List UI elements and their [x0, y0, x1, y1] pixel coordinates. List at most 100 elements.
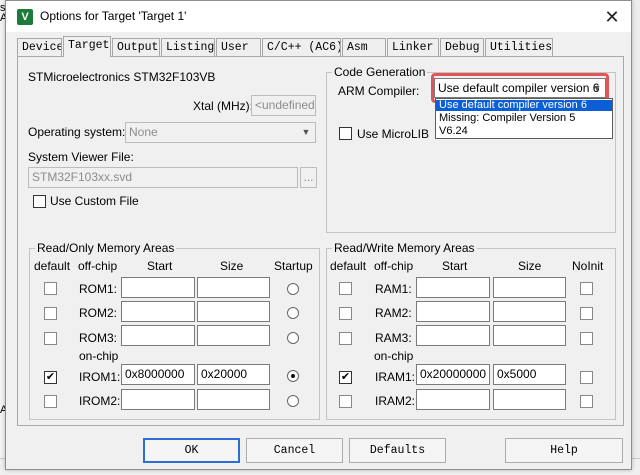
rom3-default-checkbox[interactable]	[44, 332, 57, 345]
options-dialog: V Options for Target 'Target 1' ✕ Device…	[5, 0, 632, 470]
iram2-default-checkbox[interactable]	[339, 395, 352, 408]
irom2-default-checkbox[interactable]	[44, 395, 57, 408]
ram1-label: RAM1:	[375, 282, 412, 296]
tab-output[interactable]: Output	[112, 38, 160, 56]
rw-header-noinit: NoInit	[572, 259, 604, 273]
xtal-field[interactable]: <undefined>	[251, 95, 316, 116]
close-icon[interactable]: ✕	[597, 4, 627, 30]
tab-device[interactable]: Device	[17, 38, 62, 56]
ram2-start-field[interactable]	[416, 301, 490, 322]
compiler-option[interactable]: V6.24	[436, 126, 612, 137]
iram1-label: IRAM1:	[375, 370, 416, 384]
tab-debug[interactable]: Debug	[440, 38, 484, 56]
tab-utilities[interactable]: Utilities	[485, 38, 553, 56]
ro-header-offchip: off-chip	[78, 259, 118, 273]
ro-onchip-label: on-chip	[79, 349, 119, 363]
ro-header-size: Size	[220, 259, 244, 273]
window-title: Options for Target 'Target 1'	[40, 9, 187, 23]
rom2-size-field[interactable]	[197, 301, 270, 322]
irom1-size-field[interactable]: 0x20000	[197, 364, 270, 385]
use-microlib-label: Use MicroLIB	[357, 127, 430, 141]
compiler-option[interactable]: Missing: Compiler Version 5	[436, 113, 612, 124]
irom2-start-field[interactable]	[121, 389, 195, 410]
ro-memory-title: Read/Only Memory Areas	[35, 241, 177, 255]
ram3-noinit-checkbox[interactable]	[580, 332, 593, 345]
iram1-size-field[interactable]: 0x5000	[493, 364, 566, 385]
rom2-start-field[interactable]	[121, 301, 195, 322]
device-name: STMicroelectronics STM32F103VB	[28, 70, 216, 84]
rw-header-start: Start	[442, 259, 468, 273]
rom1-label: ROM1:	[79, 282, 118, 296]
rom1-startup-radio[interactable]	[287, 283, 299, 295]
rw-header-offchip: off-chip	[374, 259, 414, 273]
tab-linker[interactable]: Linker	[387, 38, 439, 56]
svd-field[interactable]: STM32F103xx.svd	[28, 167, 298, 188]
use-microlib-checkbox[interactable]	[339, 127, 352, 140]
os-label: Operating system:	[28, 125, 126, 139]
help-button[interactable]: Help	[505, 438, 623, 463]
ram3-start-field[interactable]	[416, 325, 490, 346]
browse-button[interactable]: ...	[300, 167, 317, 188]
iram2-start-field[interactable]	[416, 389, 490, 410]
rom2-startup-radio[interactable]	[287, 307, 299, 319]
os-value: None	[129, 125, 158, 139]
irom1-start-field[interactable]: 0x8000000	[121, 364, 195, 385]
rom3-start-field[interactable]	[121, 325, 195, 346]
cancel-button[interactable]: Cancel	[246, 438, 343, 463]
tab-cpp-ac6[interactable]: C/C++ (AC6)	[262, 38, 341, 56]
use-custom-file-label: Use Custom File	[50, 194, 139, 208]
defaults-button[interactable]: Defaults	[349, 438, 446, 463]
irom2-label: IROM2:	[79, 394, 121, 408]
rom2-default-checkbox[interactable]	[44, 307, 57, 320]
ram1-start-field[interactable]	[416, 277, 490, 298]
rom2-label: ROM2:	[79, 306, 118, 320]
title-bar: V Options for Target 'Target 1' ✕	[6, 1, 631, 32]
rom1-start-field[interactable]	[121, 277, 195, 298]
ro-header-startup: Startup	[274, 259, 313, 273]
keil-uvision-icon: V	[17, 9, 33, 25]
irom2-startup-radio[interactable]	[287, 395, 299, 407]
iram1-default-checkbox[interactable]: ✔	[339, 371, 352, 384]
compiler-option[interactable]: Use default compiler version 6	[436, 100, 612, 111]
ram1-size-field[interactable]	[493, 277, 566, 298]
ram1-default-checkbox[interactable]	[339, 282, 352, 295]
ram3-size-field[interactable]	[493, 325, 566, 346]
ok-button[interactable]: OK	[143, 438, 240, 463]
tab-user[interactable]: User	[216, 38, 261, 56]
radio-selected-dot	[291, 374, 295, 378]
irom2-size-field[interactable]	[197, 389, 270, 410]
rw-memory-title: Read/Write Memory Areas	[332, 241, 477, 255]
tab-asm[interactable]: Asm	[342, 38, 386, 56]
rom3-label: ROM3:	[79, 331, 118, 345]
svd-label: System Viewer File:	[28, 150, 134, 164]
ram2-size-field[interactable]	[493, 301, 566, 322]
code-generation-title: Code Generation	[332, 65, 428, 79]
compiler-dropdown-list: Use default compiler version 6 Missing: …	[435, 98, 613, 139]
ram3-default-checkbox[interactable]	[339, 332, 352, 345]
ram1-noinit-checkbox[interactable]	[580, 282, 593, 295]
rw-header-default: default	[330, 259, 367, 273]
irom1-label: IROM1:	[79, 370, 121, 384]
rom1-default-checkbox[interactable]	[44, 282, 57, 295]
ram2-default-checkbox[interactable]	[339, 307, 352, 320]
ram3-label: RAM3:	[375, 331, 412, 345]
rom1-size-field[interactable]	[197, 277, 270, 298]
iram1-start-field[interactable]: 0x20000000	[416, 364, 490, 385]
rw-header-size: Size	[518, 259, 542, 273]
rom3-size-field[interactable]	[197, 325, 270, 346]
ro-header-default: default	[34, 259, 71, 273]
use-custom-file-checkbox[interactable]	[33, 195, 46, 208]
os-select[interactable]: None ▼	[125, 122, 316, 143]
rw-onchip-label: on-chip	[374, 349, 414, 363]
tab-listing[interactable]: Listing	[161, 38, 215, 56]
irom1-startup-radio[interactable]	[287, 370, 299, 382]
irom1-default-checkbox[interactable]: ✔	[44, 371, 57, 384]
rom3-startup-radio[interactable]	[287, 332, 299, 344]
compiler-label: ARM Compiler:	[338, 84, 420, 98]
ram2-noinit-checkbox[interactable]	[580, 307, 593, 320]
tab-target[interactable]: Target	[63, 36, 111, 57]
iram1-noinit-checkbox[interactable]	[580, 371, 593, 384]
iram2-noinit-checkbox[interactable]	[580, 395, 593, 408]
iram2-size-field[interactable]	[493, 389, 566, 410]
ram2-label: RAM2:	[375, 306, 412, 320]
